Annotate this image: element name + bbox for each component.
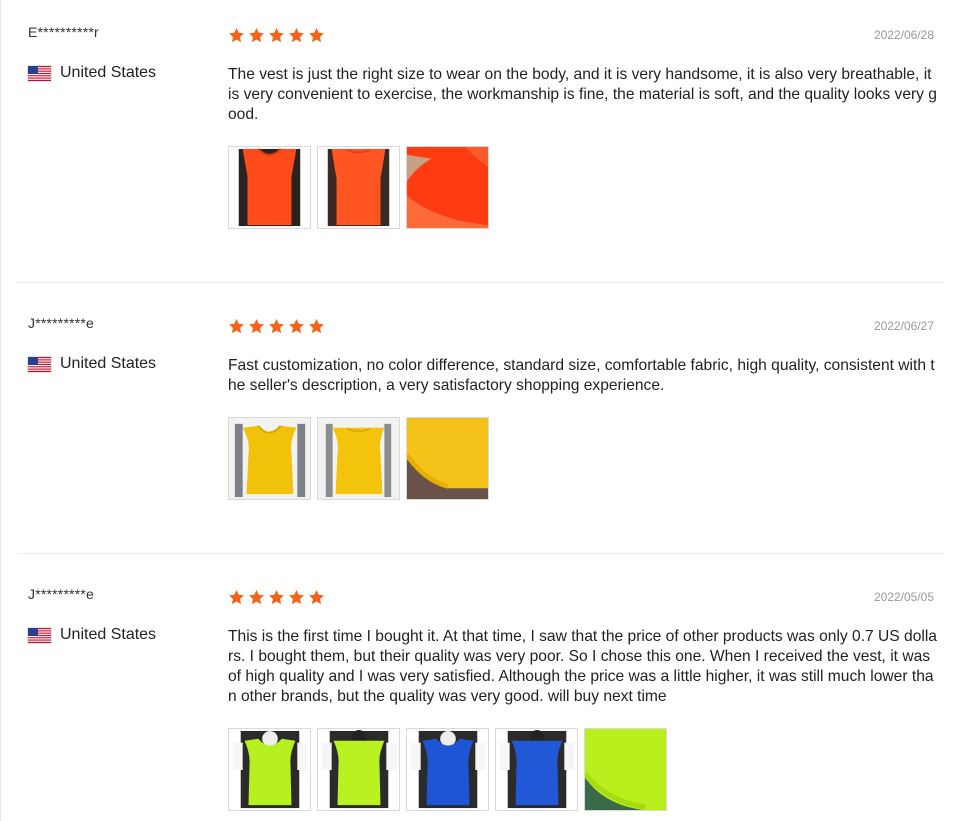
blue-vest-front-photo bbox=[407, 729, 488, 810]
review-photo-thumbnail[interactable] bbox=[406, 146, 489, 229]
reviewer-name: J*********e bbox=[28, 315, 95, 331]
review-photo-thumbnail[interactable] bbox=[317, 146, 400, 229]
yellow-vest-front-photo bbox=[229, 418, 310, 499]
star-icon bbox=[249, 319, 264, 334]
review-photos bbox=[228, 728, 667, 811]
blue-vest-back-photo bbox=[496, 729, 577, 810]
rating-stars bbox=[228, 589, 325, 606]
reviewer-name: J*********e bbox=[28, 586, 95, 602]
star-icon bbox=[269, 28, 284, 43]
reviewer-country: United States bbox=[28, 64, 156, 82]
orange-vest-back-photo bbox=[318, 147, 399, 228]
review-photo-thumbnail[interactable] bbox=[406, 417, 489, 500]
review-item: J*********e United States bbox=[1, 562, 958, 821]
reviewer-name: E**********r bbox=[28, 24, 99, 40]
star-icon bbox=[269, 319, 284, 334]
review-date: 2022/06/27 bbox=[873, 319, 934, 333]
review-photo-thumbnail[interactable] bbox=[584, 728, 667, 811]
orange-vest-front-photo bbox=[229, 147, 310, 228]
star-icon bbox=[269, 590, 284, 605]
star-icon bbox=[229, 319, 244, 334]
review-photo-thumbnail[interactable] bbox=[317, 417, 400, 500]
green-vest-back-photo bbox=[318, 729, 399, 810]
star-icon bbox=[229, 28, 244, 43]
review-photo-thumbnail[interactable] bbox=[406, 728, 489, 811]
us-flag-icon bbox=[28, 356, 51, 372]
review-photo-thumbnail[interactable] bbox=[228, 146, 311, 229]
star-icon bbox=[249, 28, 264, 43]
star-icon bbox=[229, 590, 244, 605]
rating-stars bbox=[228, 27, 325, 44]
review-text: Fast customization, no color difference,… bbox=[228, 357, 935, 394]
green-vest-front-photo bbox=[229, 729, 310, 810]
orange-fabric-closeup-photo bbox=[407, 147, 488, 228]
country-name: United States bbox=[60, 64, 157, 81]
review-date: 2022/05/05 bbox=[873, 590, 934, 604]
country-name: United States bbox=[60, 626, 157, 643]
star-icon bbox=[249, 590, 264, 605]
reviewer-country: United States bbox=[28, 355, 156, 373]
yellow-fabric-closeup-photo bbox=[407, 418, 488, 499]
country-name: United States bbox=[60, 355, 157, 372]
star-icon bbox=[289, 28, 304, 43]
review-photo-thumbnail[interactable] bbox=[228, 728, 311, 811]
star-icon bbox=[309, 319, 324, 334]
review-photo-thumbnail[interactable] bbox=[317, 728, 400, 811]
rating-stars bbox=[228, 318, 325, 335]
green-fabric-closeup-photo bbox=[585, 729, 666, 810]
star-icon bbox=[309, 28, 324, 43]
review-photos bbox=[228, 417, 489, 500]
us-flag-icon bbox=[28, 627, 51, 643]
reviewer-country: United States bbox=[28, 626, 156, 644]
review-photos bbox=[228, 146, 489, 229]
star-icon bbox=[309, 590, 324, 605]
yellow-vest-back-photo bbox=[318, 418, 399, 499]
review-photo-thumbnail[interactable] bbox=[495, 728, 578, 811]
reviews-list: E**********r United States 2022/06/28 Th… bbox=[0, 0, 958, 821]
us-flag-icon bbox=[28, 65, 51, 81]
review-text: This is the first time I bought it. At t… bbox=[228, 628, 937, 705]
review-photo-thumbnail[interactable] bbox=[228, 417, 311, 500]
review-date: 2022/06/28 bbox=[873, 28, 934, 42]
review-divider bbox=[17, 553, 944, 554]
review-text: The vest is just the right size to wear … bbox=[228, 66, 937, 123]
review-item: J*********e United States bbox=[1, 291, 958, 553]
review-item: E**********r United States 2022/06/28 Th… bbox=[1, 0, 958, 283]
star-icon bbox=[289, 590, 304, 605]
star-icon bbox=[289, 319, 304, 334]
review-divider bbox=[17, 282, 944, 283]
